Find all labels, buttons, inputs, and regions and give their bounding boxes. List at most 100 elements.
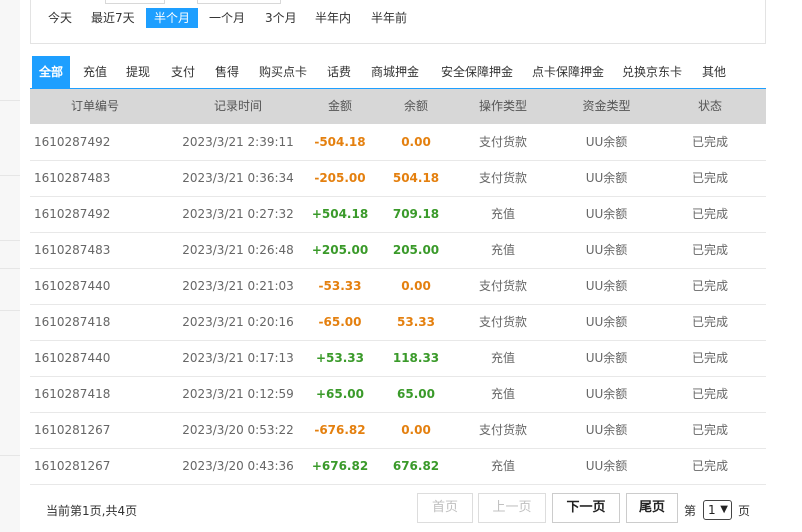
col-balance: 余额 (403, 99, 428, 113)
cell-status: 已完成 (691, 207, 728, 221)
table-row: 1610287440 2023/3/21 0:21:03 -53.33 0.00 支付货… (30, 269, 766, 305)
range-3months[interactable]: 3个月 (257, 8, 305, 28)
cell-time: 2023/3/21 0:26:48 (182, 243, 294, 257)
tab-pay[interactable]: 支付 (166, 56, 200, 88)
table-row: 1610287483 2023/3/21 0:36:34 -205.00 504.18… (30, 161, 766, 197)
tab-withdraw[interactable]: 提现 (121, 56, 155, 88)
cell-fund-type: UU余额 (585, 279, 628, 293)
cell-op-type: 充值 (490, 459, 515, 473)
prev-page-button[interactable]: 上一页 (478, 493, 546, 523)
cell-status: 已完成 (691, 387, 728, 401)
col-time: 记录时间 (213, 99, 262, 113)
table-row: 1610287483 2023/3/21 0:26:48 +205.00 205.00… (30, 233, 766, 269)
cell-time: 2023/3/21 0:36:34 (182, 171, 294, 185)
table-row: 1610281267 2023/3/20 0:53:22 -676.82 0.00 支付… (30, 413, 766, 449)
cell-status: 已完成 (691, 171, 728, 185)
record-type-tabs: 全部 充值 提现 支付 售得 购买点卡 话费 商城押金 安全保障押金 点卡保障押… (30, 56, 766, 90)
cell-amount: -205.00 (314, 171, 366, 185)
cell-amount: +205.00 (311, 243, 369, 257)
cell-time: 2023/3/21 0:20:16 (182, 315, 294, 329)
cell-order-id: 1610287483 (34, 171, 111, 185)
cell-amount: -65.00 (318, 315, 362, 329)
cell-time: 2023/3/21 0:12:59 (182, 387, 294, 401)
cell-balance: 0.00 (401, 423, 431, 437)
cell-order-id: 1610287440 (34, 351, 111, 365)
page-select[interactable]: 1 ▼ (703, 500, 732, 520)
cell-amount: -504.18 (314, 135, 366, 149)
cell-op-type: 充值 (490, 387, 515, 401)
cell-fund-type: UU余额 (585, 459, 628, 473)
cell-amount: +65.00 (315, 387, 364, 401)
table-row: 1610287418 2023/3/21 0:20:16 -65.00 53.33 支付… (30, 305, 766, 341)
col-op-type: 操作类型 (478, 99, 527, 113)
cell-op-type: 支付货款 (478, 171, 527, 185)
tab-safety-deposit[interactable]: 安全保障押金 (433, 56, 521, 88)
tab-sold[interactable]: 售得 (210, 56, 244, 88)
cell-time: 2023/3/21 0:21:03 (182, 279, 294, 293)
col-status: 状态 (697, 99, 722, 113)
cell-balance: 0.00 (401, 279, 431, 293)
cell-order-id: 1610281267 (34, 423, 111, 437)
cell-status: 已完成 (691, 243, 728, 257)
range-7days[interactable]: 最近7天 (83, 8, 143, 28)
page-select-value: 1 (708, 503, 716, 517)
col-fund-type: 资金类型 (582, 99, 631, 113)
page-info: 当前第1页,共4页 (46, 504, 138, 518)
tab-card-deposit[interactable]: 点卡保障押金 (529, 56, 607, 88)
cell-fund-type: UU余额 (585, 315, 628, 329)
cell-time: 2023/3/21 0:27:32 (182, 207, 294, 221)
cell-fund-type: UU余额 (585, 387, 628, 401)
table-row: 1610287440 2023/3/21 0:17:13 +53.33 118.33 充… (30, 341, 766, 377)
next-page-button[interactable]: 下一页 (552, 493, 620, 523)
cell-balance: 504.18 (392, 171, 440, 185)
cell-time: 2023/3/20 0:43:36 (182, 459, 294, 473)
cell-time: 2023/3/20 0:53:22 (182, 423, 294, 437)
cell-order-id: 1610287483 (34, 243, 111, 257)
cell-order-id: 1610287440 (34, 279, 111, 293)
range-one-month[interactable]: 一个月 (201, 8, 253, 28)
range-half-year[interactable]: 半年内 (307, 8, 359, 28)
cell-status: 已完成 (691, 459, 728, 473)
cell-status: 已完成 (691, 279, 728, 293)
date-start-input-edge[interactable] (105, 0, 165, 4)
cell-order-id: 1610287492 (34, 135, 111, 149)
cell-time: 2023/3/21 0:17:13 (182, 351, 294, 365)
table-row: 1610287492 2023/3/21 0:27:32 +504.18 709.18… (30, 197, 766, 233)
tab-phone-bill[interactable]: 话费 (322, 56, 356, 88)
range-over-half-year[interactable]: 半年前 (363, 8, 415, 28)
table-row: 1610281267 2023/3/20 0:43:36 +676.82 676.82… (30, 449, 766, 485)
range-today[interactable]: 今天 (40, 8, 80, 28)
tab-all[interactable]: 全部 (32, 56, 70, 88)
cell-balance: 709.18 (392, 207, 440, 221)
table-row: 1610287418 2023/3/21 0:12:59 +65.00 65.00 充值… (30, 377, 766, 413)
tab-other[interactable]: 其他 (697, 56, 731, 88)
cell-time: 2023/3/21 2:39:11 (182, 135, 294, 149)
chevron-down-icon: ▼ (720, 504, 728, 515)
tab-mall-deposit[interactable]: 商城押金 (366, 56, 424, 88)
date-end-input-edge[interactable] (197, 0, 281, 4)
cell-amount: +676.82 (311, 459, 369, 473)
cell-op-type: 充值 (490, 351, 515, 365)
last-page-button[interactable]: 尾页 (626, 493, 678, 523)
cell-order-id: 1610287418 (34, 315, 111, 329)
cell-balance: 65.00 (397, 387, 435, 401)
cell-status: 已完成 (691, 135, 728, 149)
page-jump-suffix: 页 (738, 504, 751, 518)
cell-op-type: 支付货款 (478, 279, 527, 293)
cell-amount: -676.82 (314, 423, 366, 437)
tab-recharge[interactable]: 充值 (78, 56, 112, 88)
tab-buy-card[interactable]: 购买点卡 (254, 56, 312, 88)
tab-jd-card[interactable]: 兑换京东卡 (618, 56, 686, 88)
cell-amount: -53.33 (318, 279, 362, 293)
cell-order-id: 1610281267 (34, 459, 111, 473)
cell-amount: +504.18 (311, 207, 369, 221)
table-header: 订单编号 记录时间 金额 余额 操作类型 资金类型 状态 (30, 89, 766, 124)
cell-amount: +53.33 (315, 351, 364, 365)
cell-order-id: 1610287418 (34, 387, 111, 401)
cell-op-type: 支付货款 (478, 423, 527, 437)
cell-op-type: 充值 (490, 243, 515, 257)
first-page-button[interactable]: 首页 (417, 493, 473, 523)
cell-op-type: 支付货款 (478, 135, 527, 149)
range-half-month[interactable]: 半个月 (146, 8, 199, 28)
cell-balance: 676.82 (392, 459, 440, 473)
